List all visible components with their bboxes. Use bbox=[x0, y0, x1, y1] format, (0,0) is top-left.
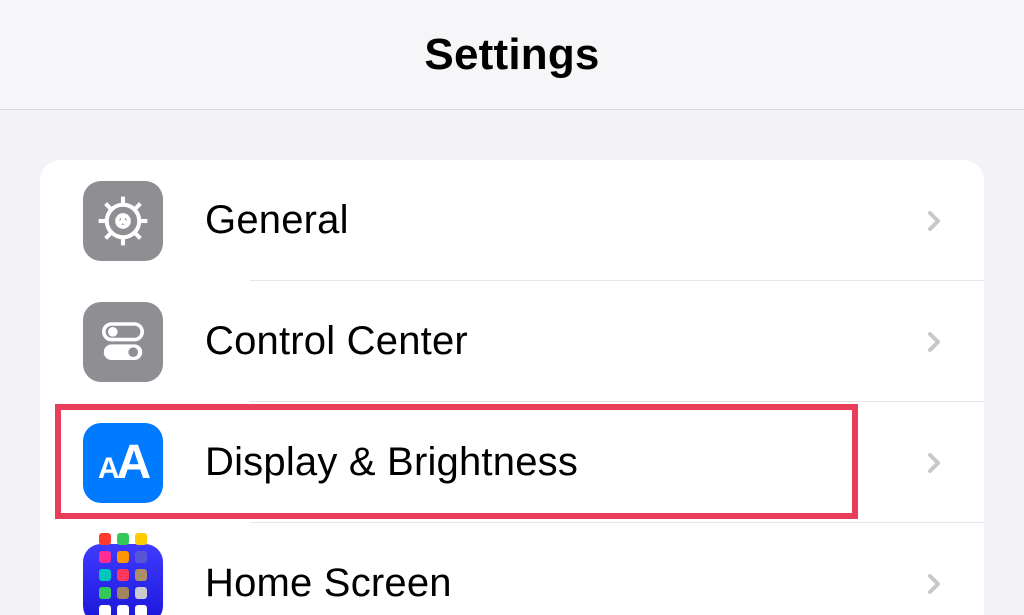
settings-row-label: Control Center bbox=[205, 319, 922, 364]
gear-icon bbox=[83, 181, 163, 261]
chevron-right-icon bbox=[922, 330, 946, 354]
home-screen-grid-icon bbox=[83, 544, 163, 615]
page-title: Settings bbox=[424, 30, 599, 80]
settings-group: General Control Center bbox=[40, 160, 984, 615]
settings-row-display-brightness[interactable]: AA Display & Brightness bbox=[40, 402, 984, 523]
chevron-right-icon bbox=[922, 209, 946, 233]
settings-row-home-screen[interactable]: Home Screen bbox=[40, 523, 984, 615]
settings-row-label: General bbox=[205, 198, 922, 243]
chevron-right-icon bbox=[922, 572, 946, 596]
toggles-icon bbox=[83, 302, 163, 382]
settings-row-label: Home Screen bbox=[205, 561, 922, 606]
header-bar: Settings bbox=[0, 0, 1024, 110]
chevron-right-icon bbox=[922, 451, 946, 475]
settings-row-general[interactable]: General bbox=[40, 160, 984, 281]
settings-row-control-center[interactable]: Control Center bbox=[40, 281, 984, 402]
text-size-aa-icon: AA bbox=[83, 423, 163, 503]
content-area: General Control Center bbox=[0, 110, 1024, 615]
settings-row-label: Display & Brightness bbox=[205, 440, 922, 485]
